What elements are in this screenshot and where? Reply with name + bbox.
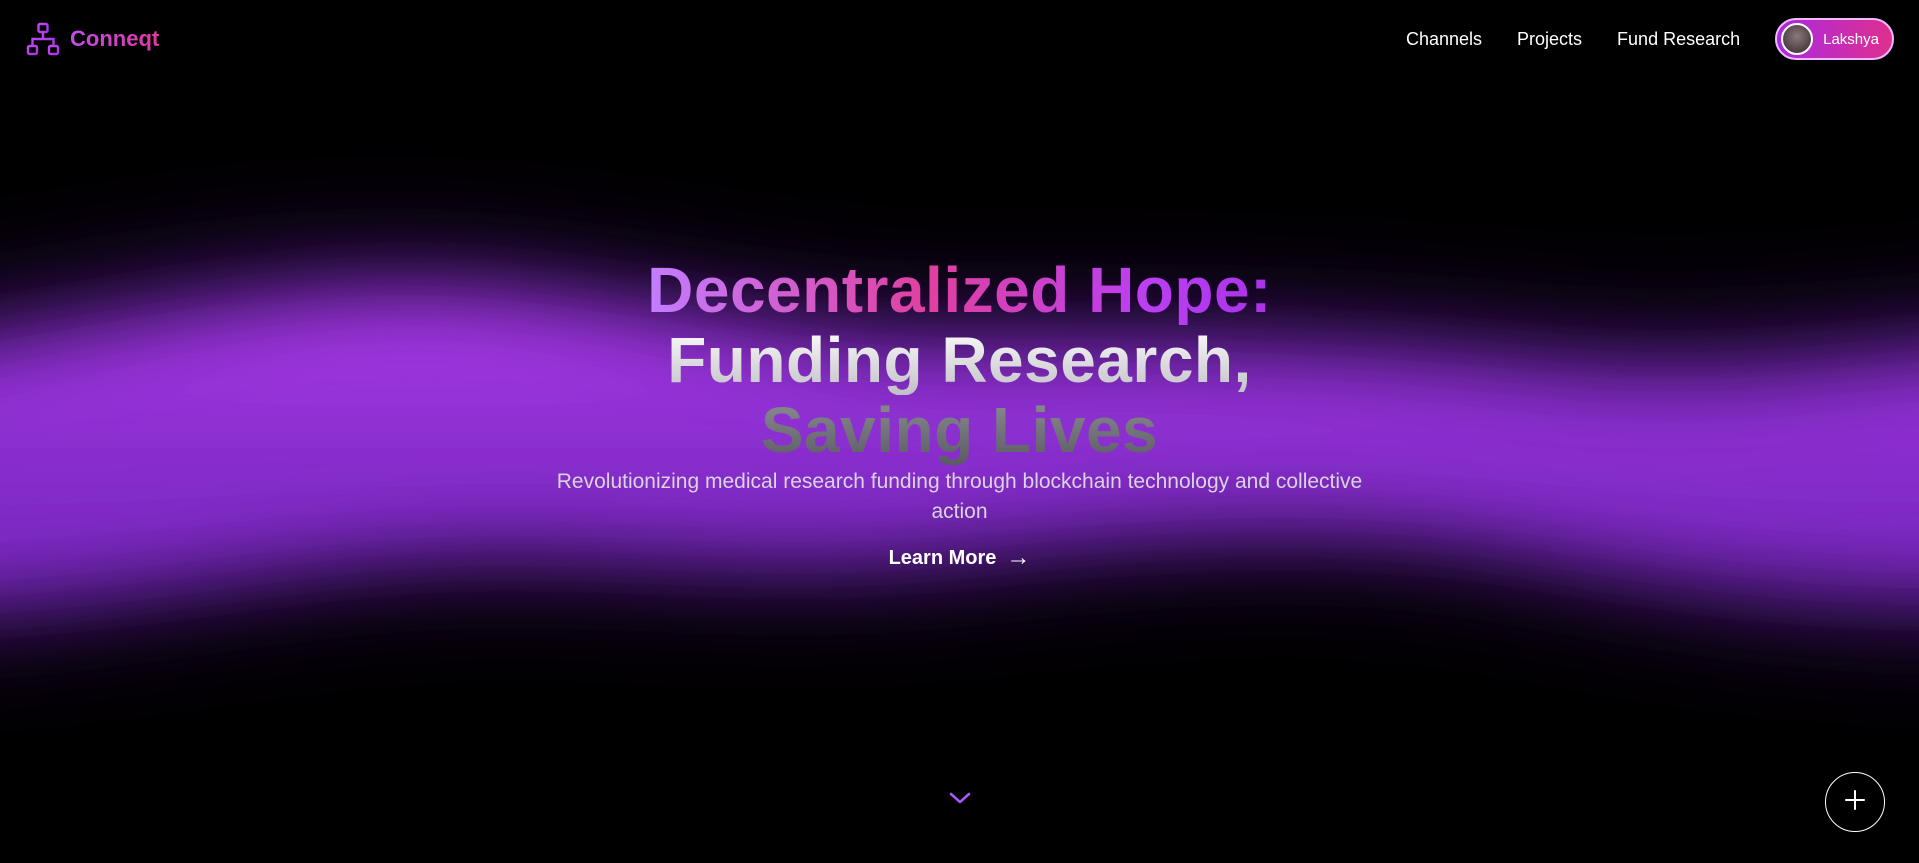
network-hierarchy-icon <box>26 22 60 56</box>
hero-section: Decentralized Hope: Funding Research, Sa… <box>0 255 1919 572</box>
learn-more-button[interactable]: Learn More → <box>889 544 1031 572</box>
user-name: Lakshya <box>1823 30 1879 48</box>
chevron-down-icon[interactable] <box>948 790 972 806</box>
plus-icon <box>1844 789 1866 816</box>
nav-link-fund-research[interactable]: Fund Research <box>1617 29 1740 50</box>
headline-line-1: Decentralized Hope: <box>647 254 1272 326</box>
user-avatar <box>1781 23 1814 55</box>
nav-link-projects[interactable]: Projects <box>1517 29 1582 50</box>
top-navbar: Conneqt Channels Projects Fund Research … <box>0 0 1919 78</box>
learn-more-label: Learn More <box>888 546 997 569</box>
floating-add-button[interactable] <box>1825 772 1885 832</box>
nav-menu: Channels Projects Fund Research Lakshya <box>1406 18 1894 60</box>
brand-name: Conneqt <box>70 26 160 51</box>
brand-logo[interactable]: Conneqt <box>26 22 159 56</box>
nav-link-channels[interactable]: Channels <box>1406 29 1482 50</box>
landing-page: Conneqt Channels Projects Fund Research … <box>0 0 1919 863</box>
headline-line-2: Funding Research, <box>667 324 1252 396</box>
hero-headline: Decentralized Hope: Funding Research, Sa… <box>0 255 1919 465</box>
arrow-right-icon: → <box>1006 544 1031 571</box>
hero-subtitle: Revolutionizing medical research funding… <box>556 470 1363 523</box>
headline-line-3: Saving Lives <box>760 394 1159 466</box>
user-profile-button[interactable]: Lakshya <box>1775 18 1894 60</box>
